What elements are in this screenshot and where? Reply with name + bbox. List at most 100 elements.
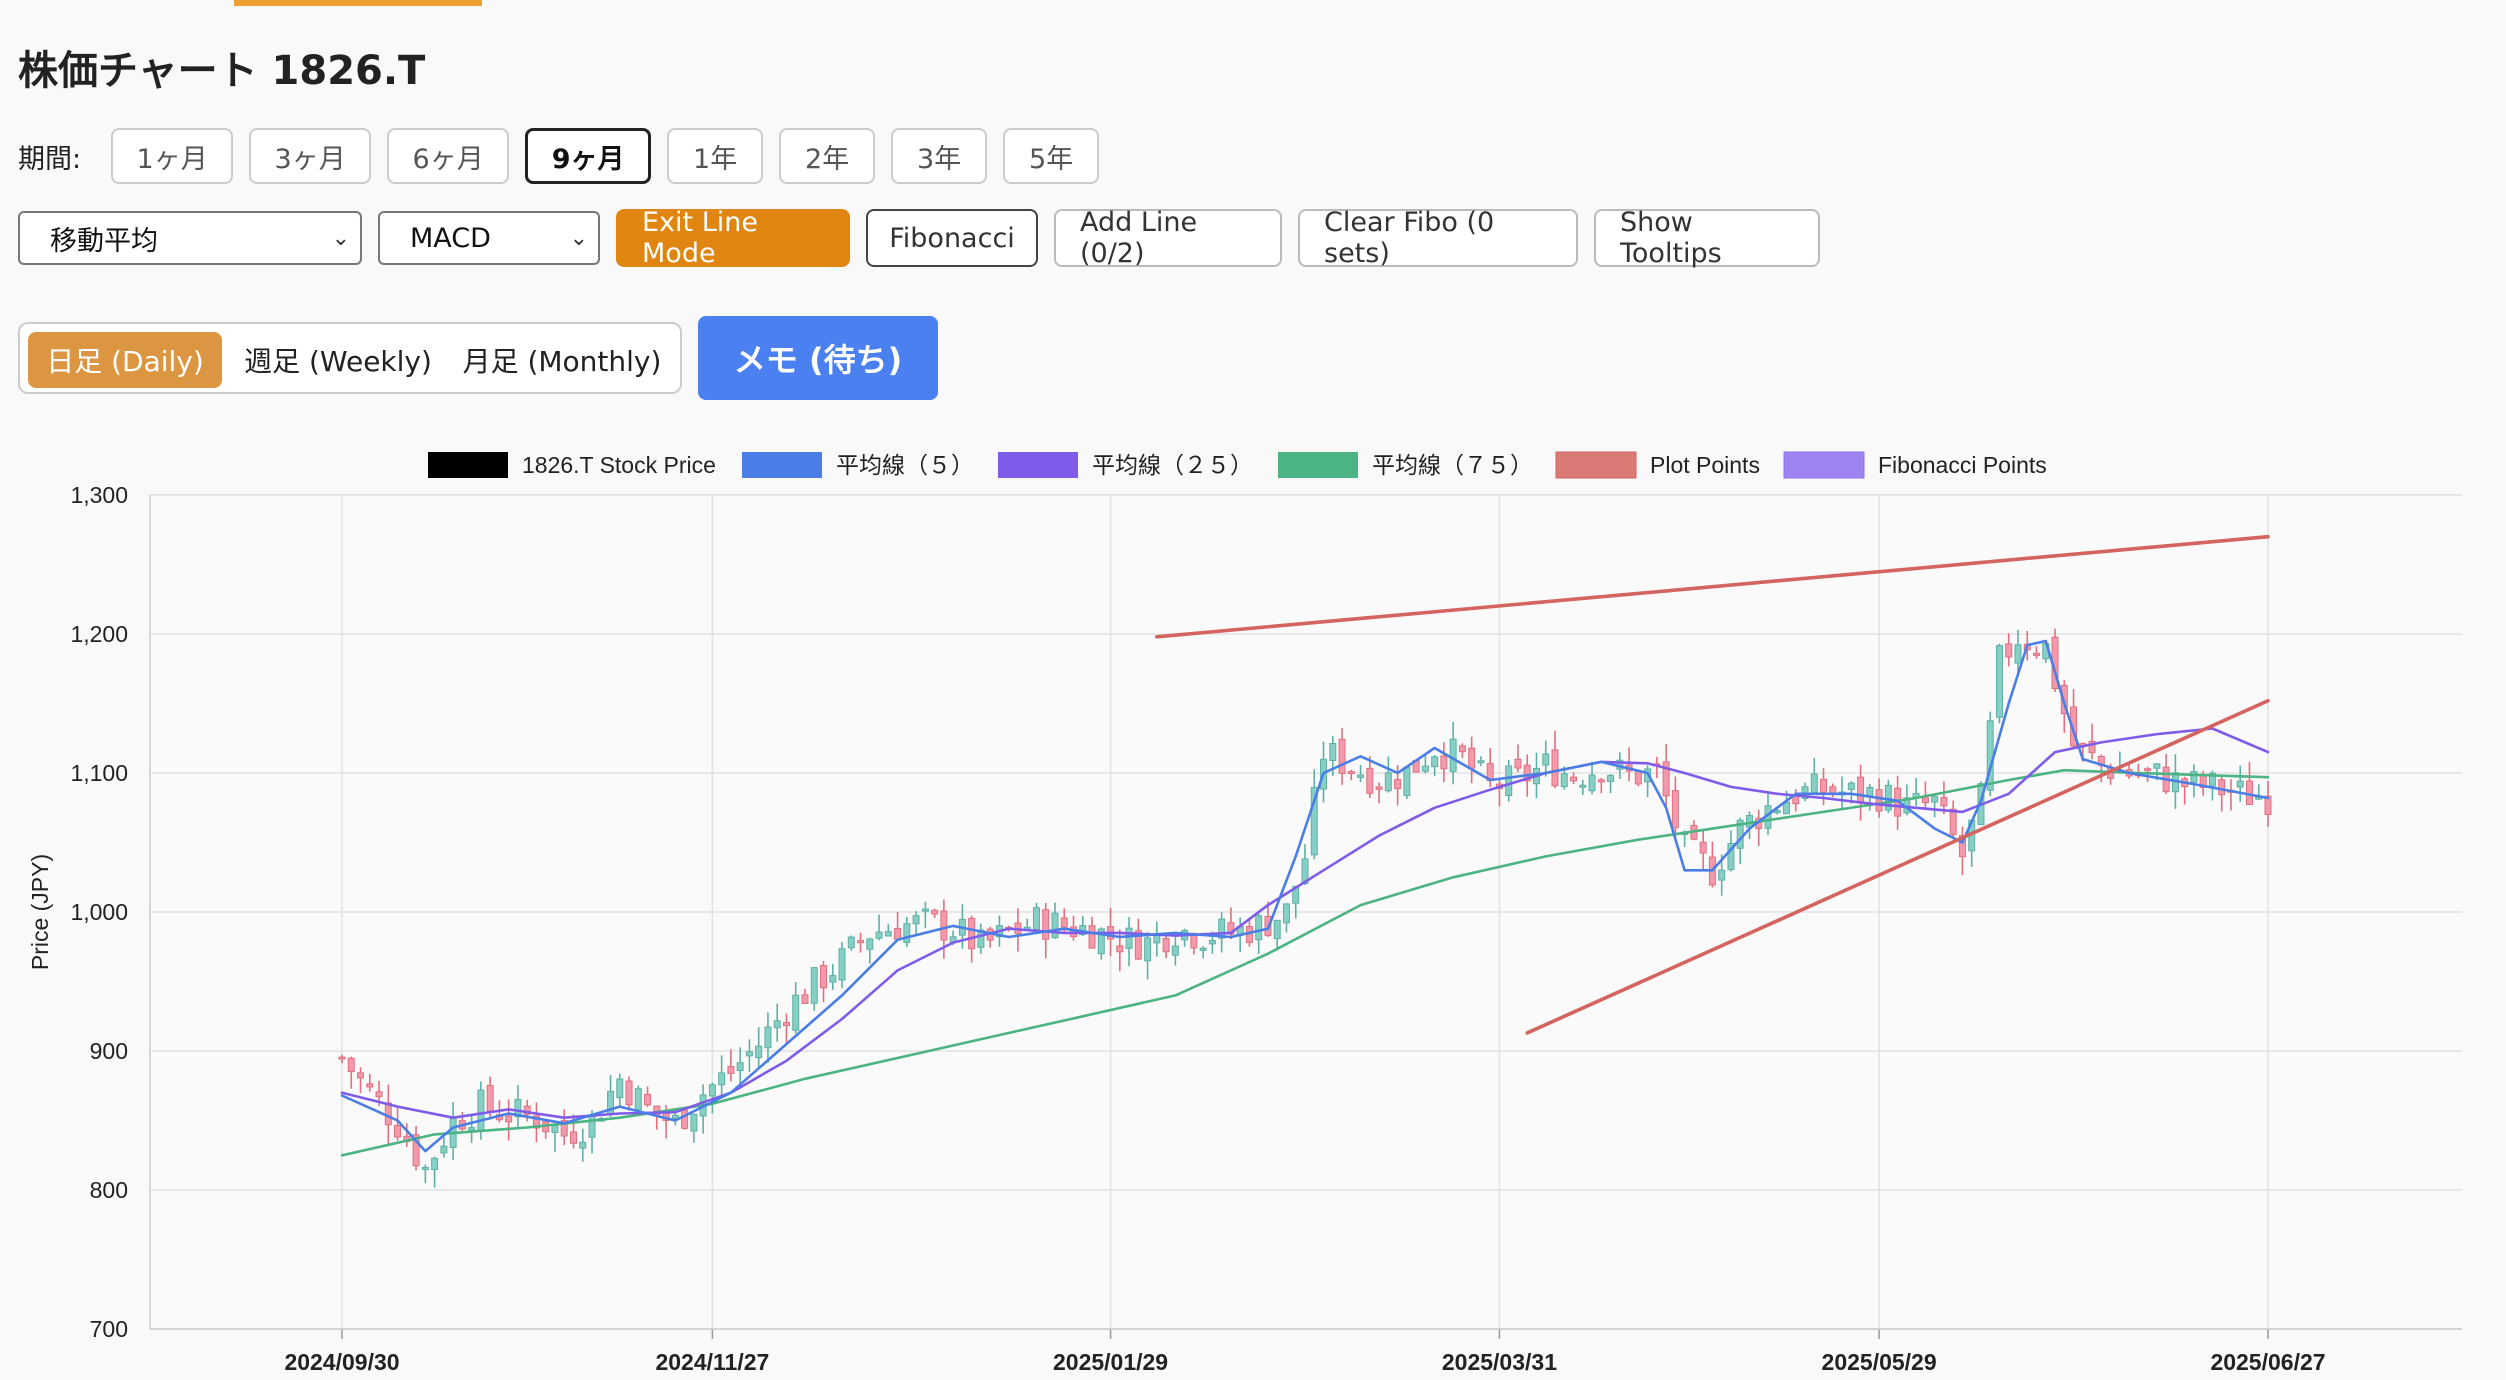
- timeframe-weekly[interactable]: 週足 (Weekly): [232, 332, 444, 388]
- clear-fibo-button[interactable]: Clear Fibo (0 sets): [1298, 207, 1578, 269]
- legend-swatch: [998, 452, 1078, 478]
- indicator-select-value: 移動平均: [50, 225, 158, 257]
- candle-body: [829, 975, 837, 983]
- candle-body: [912, 915, 920, 925]
- x-tick-label: 2024/11/27: [655, 1349, 769, 1375]
- candle-body: [1171, 945, 1179, 956]
- candle-body: [1384, 772, 1392, 792]
- candle-body: [1060, 917, 1068, 928]
- candle-body: [690, 1113, 698, 1132]
- x-tick-label: 2025/06/27: [2210, 1349, 2325, 1375]
- legend-swatch: [1278, 452, 1358, 478]
- legend-swatch: [1555, 451, 1637, 479]
- legend-label: Plot Points: [1650, 452, 1760, 478]
- candle-body: [1421, 765, 1429, 772]
- candle-body: [1403, 766, 1411, 796]
- candle-body: [375, 1091, 383, 1098]
- period-selector: 期間: 1ヶ月 3ヶ月 6ヶ月 9ヶ月 1年 2年 3年 5年: [18, 128, 1115, 184]
- x-tick-label: 2024/09/30: [284, 1349, 399, 1375]
- timeframe-daily[interactable]: 日足 (Daily): [28, 332, 222, 388]
- fibonacci-button[interactable]: Fibonacci: [866, 209, 1038, 267]
- y-tick-label: 800: [90, 1177, 128, 1203]
- candle-body: [1866, 786, 1874, 797]
- candle: [634, 1085, 642, 1111]
- candle-body: [1051, 912, 1059, 939]
- candle-body: [968, 917, 976, 950]
- y-tick-label: 1,000: [70, 899, 128, 925]
- candle-body: [1347, 771, 1355, 775]
- stock-chart[interactable]: 1,300 1,200 1,100 1,000 900 800 700 2024/09/30 2…: [0, 430, 2506, 1380]
- legend-item: 平均線（７５）: [1278, 452, 1533, 478]
- candle-body: [2218, 779, 2226, 796]
- legend-item: 平均線（２５）: [998, 452, 1253, 478]
- toolbar: 移動平均 ⌄ MACD ⌄ Exit Line Mode Fibonacci A…: [18, 207, 1836, 269]
- candle-body: [1468, 747, 1476, 769]
- legend-label: 1826.T Stock Price: [522, 452, 716, 478]
- candle-body: [1579, 784, 1587, 788]
- candle-body: [1792, 795, 1800, 805]
- candle-body: [755, 1045, 763, 1059]
- candle-body: [2005, 643, 2013, 658]
- y-axis-title: Price (JPY): [27, 854, 53, 970]
- period-button-1m[interactable]: 1ヶ月: [111, 128, 234, 184]
- exit-line-mode-button[interactable]: Exit Line Mode: [616, 207, 850, 269]
- candle-body: [884, 931, 892, 937]
- legend-item: Plot Points: [1555, 451, 1760, 479]
- candle-body: [1940, 797, 1948, 807]
- candle-body: [1607, 775, 1615, 782]
- legend-label: 平均線（２５）: [1092, 452, 1253, 478]
- candle-body: [2236, 780, 2244, 788]
- candle-body: [1338, 738, 1346, 774]
- period-button-2y[interactable]: 2年: [779, 128, 876, 184]
- chevron-down-icon: ⌄: [331, 225, 350, 251]
- candle-body: [1477, 760, 1485, 764]
- candle-body: [782, 1022, 790, 1027]
- candle-body: [875, 931, 883, 939]
- candle-body: [1329, 743, 1337, 762]
- memo-button[interactable]: メモ (待ち): [698, 316, 938, 400]
- candle-body: [1153, 934, 1161, 944]
- period-button-3y[interactable]: 3年: [891, 128, 988, 184]
- period-button-9m[interactable]: 9ヶ月: [525, 128, 652, 184]
- period-button-5y[interactable]: 5年: [1003, 128, 1100, 184]
- candle-body: [847, 936, 855, 949]
- candle-body: [1042, 909, 1050, 940]
- candle-body: [736, 1062, 744, 1072]
- candle-body: [1088, 925, 1096, 949]
- candle-body: [1032, 907, 1040, 930]
- top-tab-indicator: [234, 0, 482, 6]
- show-tooltips-button[interactable]: Show Tooltips: [1594, 207, 1820, 269]
- period-button-3m[interactable]: 3ヶ月: [249, 128, 372, 184]
- candle-body: [921, 908, 929, 912]
- y-tick-label: 1,200: [70, 621, 128, 647]
- candle-body: [477, 1089, 485, 1131]
- candle-body: [2153, 763, 2161, 769]
- indicator-select[interactable]: 移動平均 ⌄: [18, 211, 362, 265]
- candle-body: [1588, 774, 1596, 792]
- candle-body: [1162, 937, 1170, 953]
- candle-body: [2014, 644, 2022, 664]
- candle-body: [569, 1131, 577, 1144]
- legend-label: 平均線（５）: [836, 452, 974, 478]
- candle-body: [1282, 903, 1290, 924]
- candle-body: [718, 1072, 726, 1086]
- candle-body: [468, 1127, 476, 1131]
- candle-body: [1255, 915, 1263, 941]
- x-tick-label: 2025/03/31: [1442, 1349, 1557, 1375]
- y-tick-label: 900: [90, 1038, 128, 1064]
- candle-body: [1125, 927, 1133, 949]
- period-button-1y[interactable]: 1年: [667, 128, 764, 184]
- period-button-6m[interactable]: 6ヶ月: [387, 128, 510, 184]
- candle-body: [625, 1080, 633, 1106]
- candle-body: [634, 1088, 642, 1111]
- timeframe-monthly[interactable]: 月足 (Monthly): [454, 332, 670, 388]
- legend-swatch: [1783, 451, 1865, 479]
- oscillator-select[interactable]: MACD ⌄: [378, 211, 600, 265]
- y-tick-label: 1,100: [70, 760, 128, 786]
- candle-body: [1208, 940, 1216, 945]
- candle-body: [1394, 779, 1402, 790]
- candle-body: [1514, 758, 1522, 769]
- candle-body: [1505, 765, 1513, 797]
- add-line-button[interactable]: Add Line (0/2): [1054, 207, 1282, 269]
- candle-body: [1458, 745, 1466, 753]
